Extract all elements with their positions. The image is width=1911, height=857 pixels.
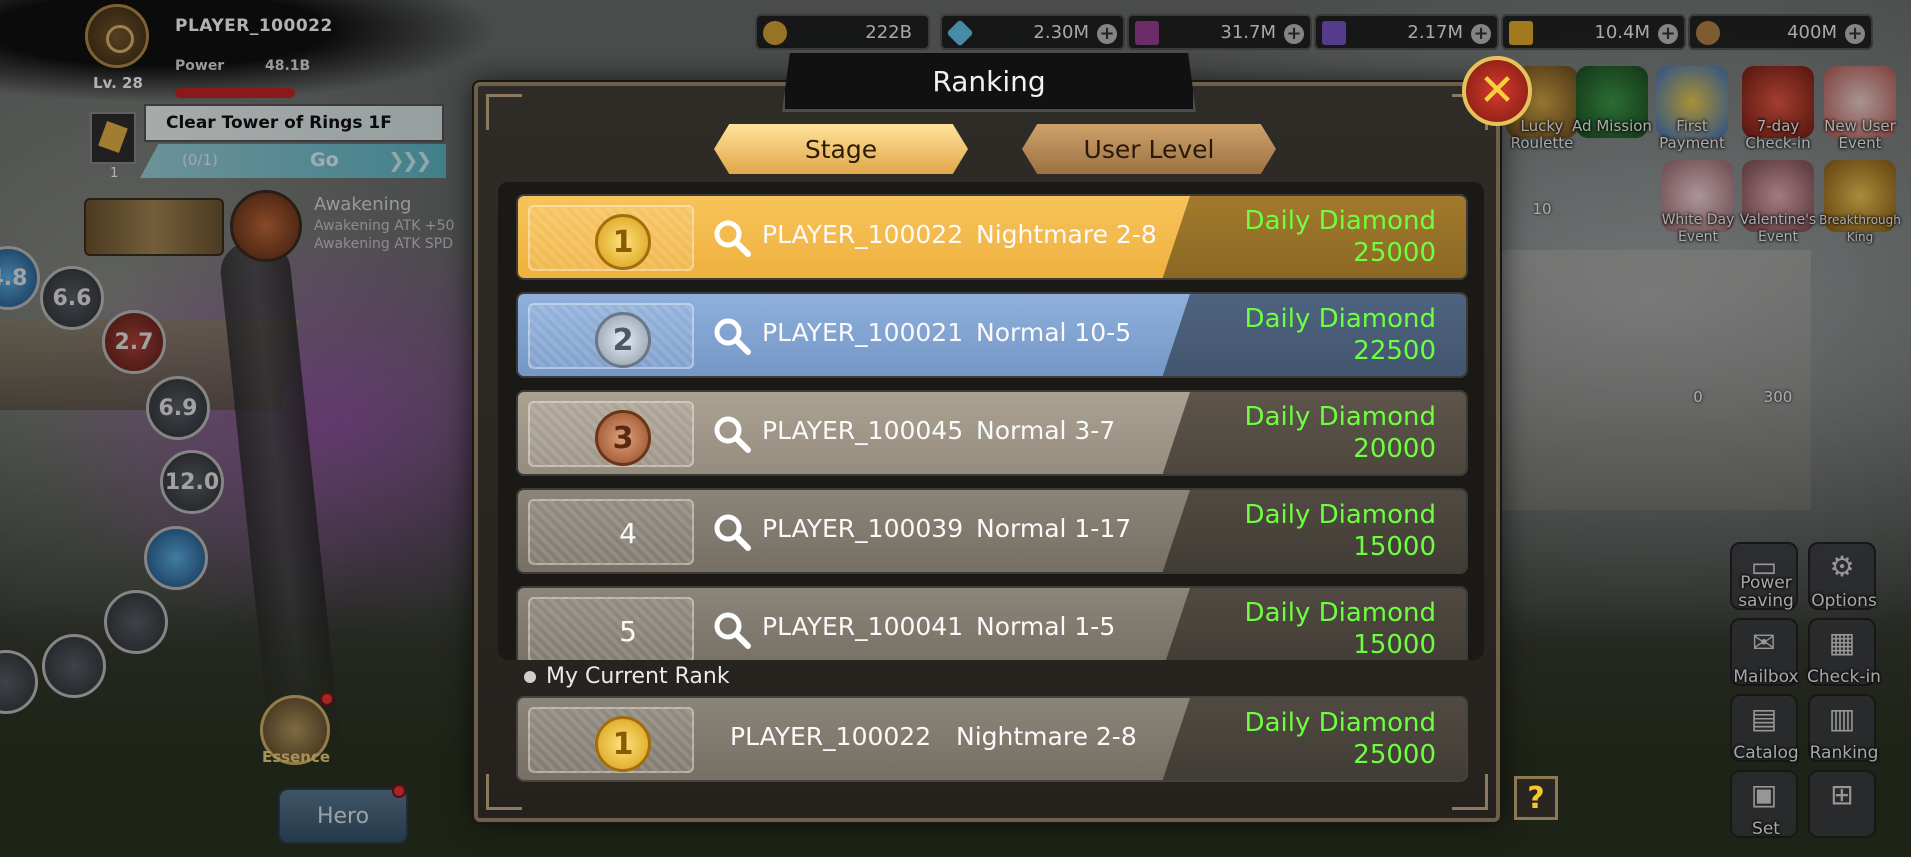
reward-amount: 15000 [1353,630,1436,660]
player-name: PLAYER_100039 [762,514,964,543]
ranking-row[interactable]: 3 PLAYER_100045 Normal 3-7 Daily Diamond… [516,390,1468,476]
tab-label: Stage [804,134,878,164]
player-name: PLAYER_100041 [762,612,964,641]
reward-label: Daily Diamond [1244,206,1436,236]
tab-stage[interactable]: Stage [714,124,968,174]
my-rank-label: My Current Rank [546,664,730,689]
rank-number: 1 [612,224,634,260]
rank-plate: 2 [528,303,694,369]
stage-progress: Normal 10-5 [976,318,1132,347]
reward-amount: 25000 [1353,740,1436,770]
rank-plate: 3 [528,401,694,467]
rank-number: 3 [612,420,634,456]
search-icon[interactable] [710,412,754,456]
question-mark-icon: ? [1527,780,1545,816]
rank-plate: 5 [528,597,694,660]
reward-label: Daily Diamond [1244,304,1436,334]
my-rank-row: 1 PLAYER_100022 Nightmare 2-8 Daily Diam… [516,696,1468,782]
rank-number: 5 [619,615,637,648]
stage-progress: Nightmare 2-8 [976,220,1157,249]
gold-medal-icon: 1 [595,716,651,772]
tab-user-level[interactable]: User Level [1022,124,1276,174]
player-name: PLAYER_100022 [730,722,932,751]
help-button[interactable]: ? [1514,776,1558,820]
reward-label: Daily Diamond [1244,708,1436,738]
player-name: PLAYER_100045 [762,416,964,445]
ranking-row[interactable]: 2 PLAYER_100021 Normal 10-5 Daily Diamon… [516,292,1468,378]
rank-plate: 1 [528,707,694,773]
frame-corner [486,774,522,810]
ranking-row[interactable]: 5 PLAYER_100041 Normal 1-5 Daily Diamond… [516,586,1468,660]
rank-number: 4 [619,517,637,550]
rank-plate: 1 [528,205,694,271]
rank-plate: 4 [528,499,694,565]
ranking-list[interactable]: 1 PLAYER_100022 Nightmare 2-8 Daily Diam… [498,182,1484,660]
rank-number: 2 [612,322,634,358]
search-icon[interactable] [710,314,754,358]
rank-number: 1 [612,726,634,762]
search-icon[interactable] [710,216,754,260]
frame-corner [486,94,522,130]
tab-label: User Level [1083,134,1215,164]
modal-title-bar: Ranking [782,50,1196,112]
reward-label: Daily Diamond [1244,500,1436,530]
reward-amount: 20000 [1353,434,1436,464]
search-icon[interactable] [710,510,754,554]
stage-progress: Normal 3-7 [976,416,1116,445]
close-icon: ✕ [1478,65,1516,116]
reward-amount: 15000 [1353,532,1436,562]
ranking-row[interactable]: 1 PLAYER_100022 Nightmare 2-8 Daily Diam… [516,194,1468,280]
reward-amount: 25000 [1353,238,1436,268]
ranking-row[interactable]: 4 PLAYER_100039 Normal 1-17 Daily Diamon… [516,488,1468,574]
stage-progress: Nightmare 2-8 [956,722,1137,751]
my-rank-heading: My Current Rank [524,664,730,689]
bullet-icon [524,670,536,683]
reward-label: Daily Diamond [1244,402,1436,432]
reward-label: Daily Diamond [1244,598,1436,628]
reward-amount: 22500 [1353,336,1436,366]
modal-title: Ranking [932,64,1046,98]
close-button[interactable]: ✕ [1462,56,1532,126]
silver-medal-icon: 2 [595,312,651,368]
bronze-medal-icon: 3 [595,410,651,466]
player-name: PLAYER_100022 [762,220,964,249]
gold-medal-icon: 1 [595,214,651,270]
stage-progress: Normal 1-5 [976,612,1116,641]
search-icon[interactable] [710,608,754,652]
stage-progress: Normal 1-17 [976,514,1132,543]
player-name: PLAYER_100021 [762,318,964,347]
